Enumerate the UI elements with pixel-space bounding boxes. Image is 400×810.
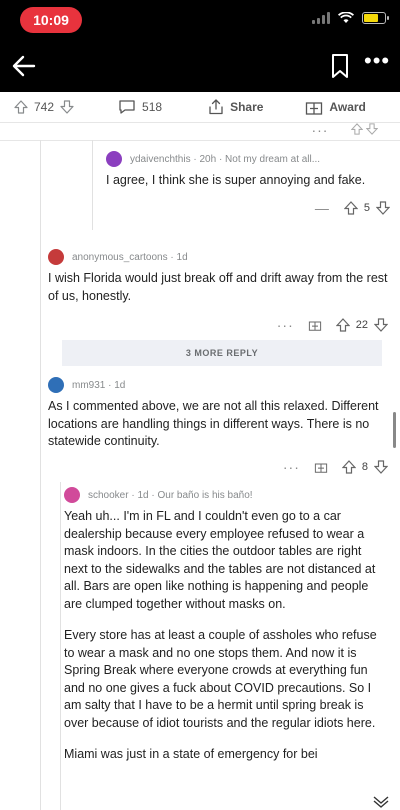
award-gift-icon[interactable] xyxy=(308,319,322,331)
thread-line xyxy=(40,140,41,810)
battery-icon xyxy=(362,12,389,24)
more-icon[interactable]: — xyxy=(315,200,330,216)
upvote-icon[interactable] xyxy=(350,123,364,135)
more-options-icon[interactable]: ••• xyxy=(364,50,390,78)
downvote-icon[interactable] xyxy=(374,318,388,332)
award-gift-icon[interactable] xyxy=(314,461,328,473)
comment-score: 22 xyxy=(355,319,368,331)
thread-line xyxy=(92,140,93,230)
award-button[interactable]: Award xyxy=(305,99,366,115)
award-gift-icon xyxy=(306,102,323,115)
upvote-icon[interactable] xyxy=(335,318,350,332)
comment: mm931 · 1d As I commented above, we are … xyxy=(48,376,388,477)
comment-meta: schooker · 1d · Our baño is his baño! xyxy=(64,486,386,504)
downvote-icon[interactable] xyxy=(374,459,388,474)
post-action-bar: 742 518 Share Award xyxy=(0,92,400,122)
comment-paragraph: Miami was just in a state of emergency f… xyxy=(64,747,318,761)
comment-paragraph: Every store has at least a couple of ass… xyxy=(64,628,377,730)
comment-bubble-icon xyxy=(119,100,135,114)
comment-body: I agree, I think she is super annoying a… xyxy=(106,173,366,187)
upvote-icon[interactable] xyxy=(343,200,358,215)
comment-paragraph: Yeah uh... I'm in FL and I couldn't even… xyxy=(64,509,376,611)
avatar[interactable] xyxy=(48,377,64,393)
signal-icon xyxy=(312,12,330,24)
previous-comment-actions: ··· xyxy=(311,122,379,138)
comment-actions: ··· 8 xyxy=(48,457,388,477)
comment-score: 8 xyxy=(361,460,368,473)
comments-button[interactable]: 518 xyxy=(118,99,162,115)
thread-line xyxy=(60,482,61,810)
comments-count: 518 xyxy=(142,100,163,114)
status-time: 10:09 xyxy=(20,7,82,33)
status-bar: 10:09 xyxy=(0,0,400,40)
post-vote-count: 742 xyxy=(34,100,55,114)
status-icons xyxy=(312,12,389,24)
back-arrow-icon[interactable] xyxy=(10,52,38,80)
comment-author[interactable]: mm931 xyxy=(72,380,105,391)
comment-age: · 1d xyxy=(108,379,126,391)
more-icon[interactable]: ··· xyxy=(277,317,294,333)
comment-actions: — 5 xyxy=(106,198,390,218)
comment: anonymous_cartoons · 1d I wish Florida w… xyxy=(48,248,388,335)
wifi-icon xyxy=(338,12,354,23)
avatar[interactable] xyxy=(64,487,80,503)
upvote-icon[interactable] xyxy=(341,459,356,474)
divider xyxy=(0,140,400,141)
share-button[interactable]: Share xyxy=(208,99,263,115)
app-bar: ••• xyxy=(0,40,400,92)
comment-body: As I commented above, we are not all thi… xyxy=(48,399,379,448)
comment-flair: · 20h · Not my dream at all... xyxy=(193,153,321,165)
award-label: Award xyxy=(329,100,366,114)
comment-author[interactable]: anonymous_cartoons xyxy=(72,252,168,263)
comment-score: 5 xyxy=(363,201,370,214)
comment: schooker · 1d · Our baño is his baño! Ye… xyxy=(64,486,386,764)
comment-meta: mm931 · 1d xyxy=(48,376,388,394)
comment-meta: ydaivenchthis · 20h · Not my dream at al… xyxy=(106,150,390,168)
avatar[interactable] xyxy=(48,249,64,265)
comment-meta: anonymous_cartoons · 1d xyxy=(48,248,388,266)
avatar[interactable] xyxy=(106,151,122,167)
comment-flair: · 1d · Our baño is his baño! xyxy=(131,489,253,501)
more-icon[interactable]: ··· xyxy=(283,459,300,475)
comment-author[interactable]: schooker xyxy=(88,490,129,501)
post-vote: 742 xyxy=(14,100,74,114)
comment-author[interactable]: ydaivenchthis xyxy=(130,154,191,165)
collapse-chevron-icon[interactable] xyxy=(372,796,390,808)
downvote-icon[interactable] xyxy=(60,100,74,114)
comment: ydaivenchthis · 20h · Not my dream at al… xyxy=(106,150,390,218)
comment-age: · 1d xyxy=(170,251,188,263)
scrollbar[interactable] xyxy=(393,412,396,448)
downvote-icon[interactable] xyxy=(365,123,379,135)
more-icon[interactable]: ··· xyxy=(311,122,328,138)
share-icon xyxy=(209,99,223,115)
comment-body: I wish Florida would just break off and … xyxy=(48,271,388,303)
bookmark-icon[interactable] xyxy=(330,53,350,79)
more-replies-button[interactable]: 3 MORE REPLY xyxy=(62,340,382,366)
share-label: Share xyxy=(230,100,264,114)
comment-actions: ··· 22 xyxy=(48,315,388,335)
downvote-icon[interactable] xyxy=(376,200,390,215)
upvote-icon[interactable] xyxy=(14,100,28,114)
